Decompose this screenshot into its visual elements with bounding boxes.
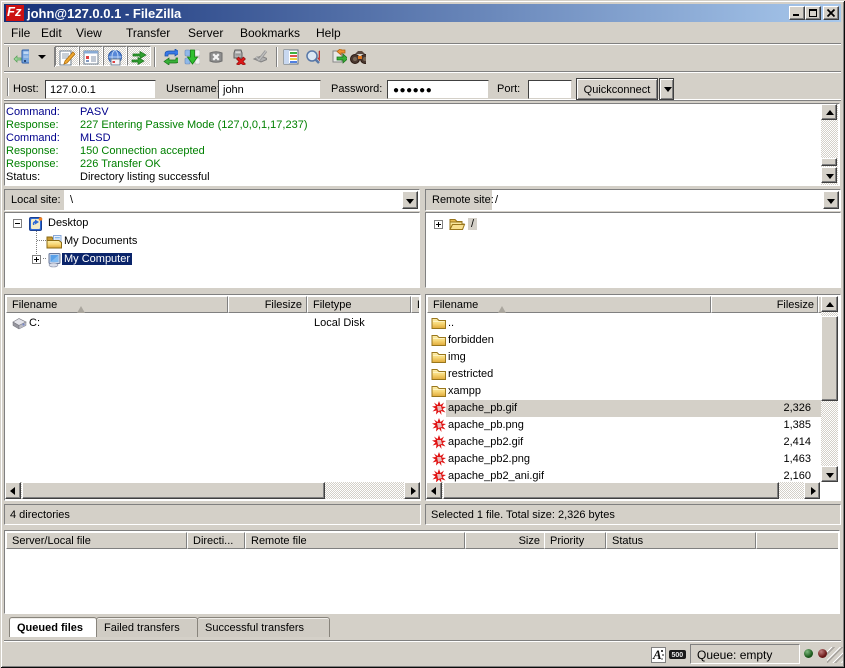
svg-text:A: A <box>652 647 662 662</box>
svg-text:500: 500 <box>672 652 684 659</box>
